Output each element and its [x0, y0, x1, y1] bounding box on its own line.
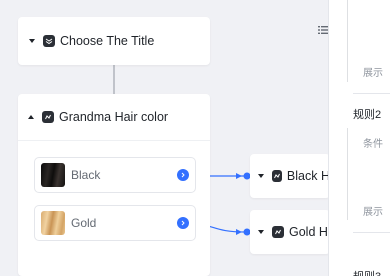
- gold-connector-arrow: [236, 229, 242, 235]
- hair-color-node[interactable]: Grandma Hair color Black Gold: [18, 94, 210, 276]
- list-icon[interactable]: [318, 25, 328, 35]
- rules-side-panel: 展示 规则2 条件 展示 规则3: [328, 0, 390, 276]
- black-connector-arrow: [236, 173, 242, 179]
- black-hair-swatch: [41, 163, 65, 187]
- option-label: Gold: [71, 216, 97, 230]
- option-black[interactable]: Black: [34, 157, 196, 193]
- rule-2-title: 规则2: [353, 109, 382, 121]
- output-port-icon[interactable]: [177, 217, 189, 229]
- rule-3-title: 规则3: [353, 268, 381, 276]
- divider: [353, 232, 390, 233]
- node-title: Black H: [286, 169, 330, 183]
- display-label: 展示: [363, 207, 383, 218]
- black-target-node[interactable]: Black H: [250, 154, 330, 198]
- display-label: 展示: [363, 68, 383, 79]
- flow-node-icon: [42, 111, 54, 123]
- condition-label: 条件: [363, 139, 383, 150]
- flow-node-icon: [272, 226, 284, 238]
- output-port-icon[interactable]: [177, 169, 189, 181]
- divider: [18, 140, 210, 141]
- expand-caret-icon[interactable]: [28, 115, 34, 119]
- collapse-caret-icon[interactable]: [29, 39, 35, 43]
- collapse-caret-icon[interactable]: [258, 174, 264, 178]
- collapse-caret-icon[interactable]: [258, 230, 264, 234]
- flow-node-icon: [272, 170, 282, 182]
- node-title: Grandma Hair color: [59, 110, 169, 124]
- flow-node-icon: [43, 35, 55, 47]
- option-gold[interactable]: Gold: [34, 205, 196, 241]
- gold-hair-swatch: [41, 211, 65, 235]
- divider: [353, 93, 390, 94]
- node-title: Choose The Title: [60, 34, 155, 48]
- option-label: Black: [71, 168, 101, 182]
- node-title: Gold H: [289, 225, 328, 239]
- choose-title-node[interactable]: Choose The Title: [18, 17, 210, 65]
- gold-target-node[interactable]: Gold H: [250, 210, 330, 254]
